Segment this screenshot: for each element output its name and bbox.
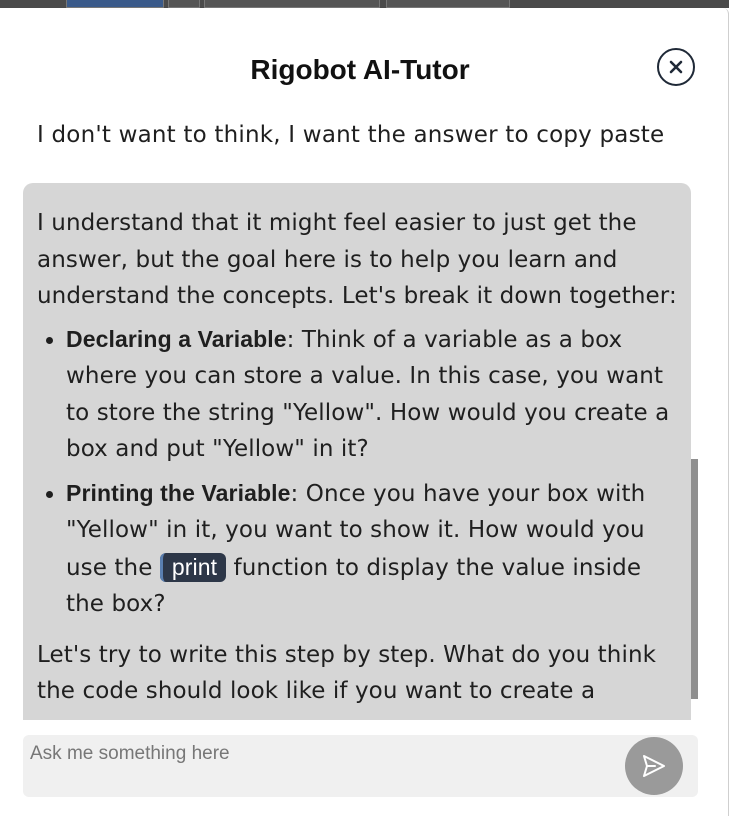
send-icon xyxy=(643,755,665,777)
chat-history[interactable]: I don't want to think, I want the answer… xyxy=(0,108,700,720)
list-item: Declaring a Variable: Think of a variabl… xyxy=(66,321,677,468)
send-button[interactable] xyxy=(625,737,683,795)
bullet-title: Printing the Variable xyxy=(66,479,291,506)
user-message: I don't want to think, I want the answer… xyxy=(37,122,665,148)
underlying-feedback-button xyxy=(204,0,380,8)
underlying-tool-button xyxy=(168,0,200,8)
bot-outro: Let's try to write this step by step. Wh… xyxy=(37,641,657,705)
list-item: Printing the Variable: Once you have you… xyxy=(66,475,677,623)
close-button[interactable] xyxy=(657,48,695,86)
chat-scrollbar[interactable] xyxy=(691,459,698,699)
underlying-toolbar xyxy=(0,0,729,8)
underlying-run-button xyxy=(66,0,164,8)
bot-message: I understand that it might feel easier t… xyxy=(23,183,691,720)
close-icon xyxy=(669,60,683,74)
message-input[interactable] xyxy=(30,741,610,767)
bot-bullet-list: Declaring a Variable: Think of a variabl… xyxy=(37,321,677,623)
message-composer xyxy=(23,735,698,797)
underlying-reset-button xyxy=(386,0,510,8)
bot-intro: I understand that it might feel easier t… xyxy=(37,210,677,309)
bullet-title: Declaring a Variable xyxy=(66,325,287,352)
inline-code: print xyxy=(159,552,227,582)
modal-title: Rigobot AI-Tutor xyxy=(250,54,470,85)
